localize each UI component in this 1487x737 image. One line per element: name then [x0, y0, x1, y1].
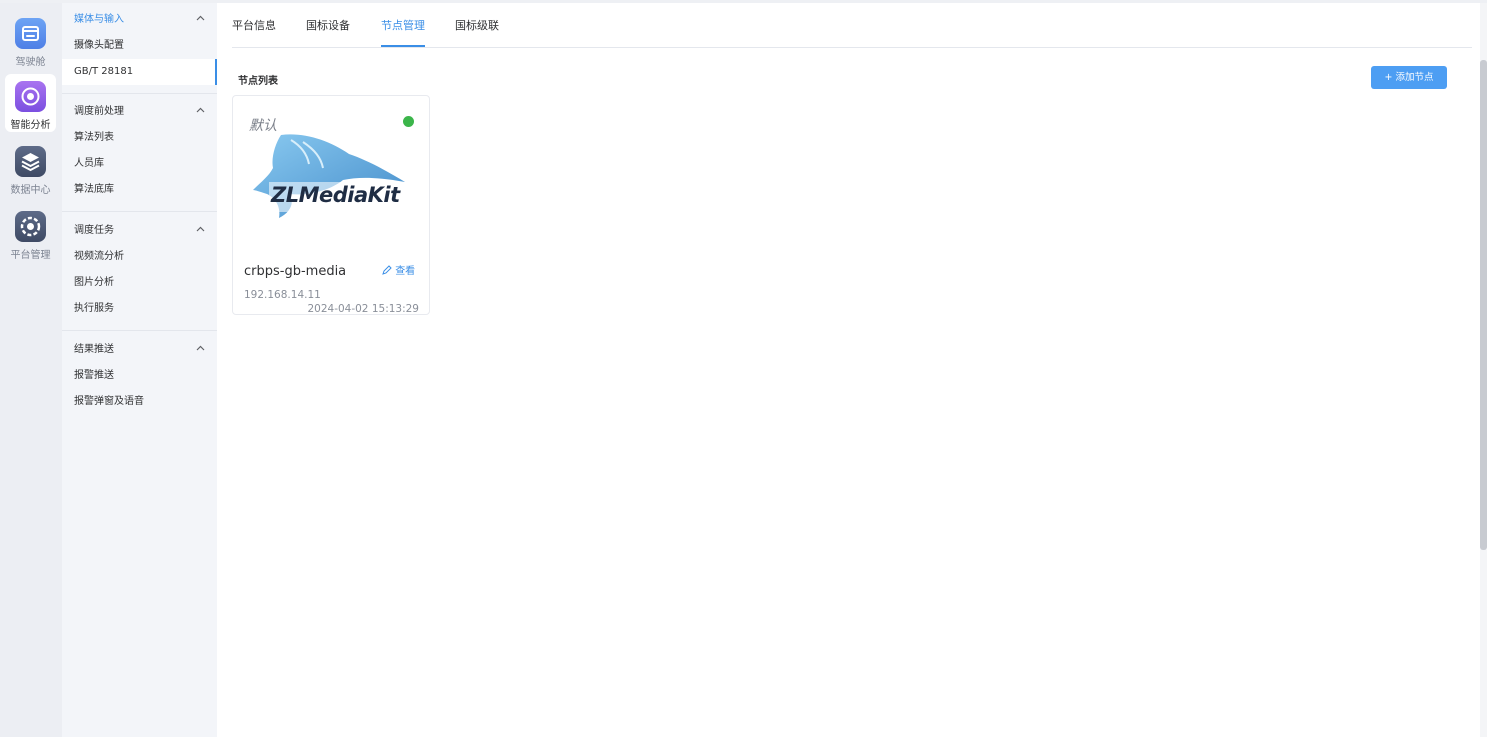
rail-label: 数据中心: [10, 185, 51, 196]
menu-group-header[interactable]: 结果推送: [62, 337, 217, 363]
rail-label: 平台管理: [10, 250, 51, 261]
rail-label: 驾驶舱: [15, 57, 46, 68]
tab-gb-cascade[interactable]: 国标级联: [455, 17, 499, 33]
cockpit-icon: [15, 18, 46, 49]
node-name: crbps-gb-media: [244, 264, 347, 279]
plus-icon: +: [1384, 72, 1393, 83]
menu-group-title: 调度任务: [74, 225, 114, 236]
menu-item-alarm-popup[interactable]: 报警弹窗及语音: [62, 389, 217, 415]
section-title: 节点列表: [238, 76, 278, 87]
rail-item-ai-analysis[interactable]: 智能分析: [5, 74, 56, 132]
menu-item-exec-service[interactable]: 执行服务: [62, 296, 217, 322]
chevron-up-icon: [196, 99, 205, 125]
add-node-label: 添加节点: [1395, 72, 1434, 83]
app-rail: 驾驶舱 智能分析 数据中心 平台管理: [0, 3, 62, 737]
menu-item-image-analysis[interactable]: 图片分析: [62, 270, 217, 296]
menu-divider: [62, 93, 217, 94]
add-node-button[interactable]: + 添加节点: [1371, 66, 1447, 89]
menu-item-person-db[interactable]: 人员库: [62, 151, 217, 177]
menu-group-title: 媒体与输入: [74, 14, 124, 25]
menu-divider: [62, 330, 217, 331]
platform-settings-icon: [15, 211, 46, 242]
main-content: 平台信息 国标设备 节点管理 国标级联 节点列表 + 添加节点 默认 ZLMed…: [217, 3, 1487, 737]
view-node-link[interactable]: 查看: [382, 262, 415, 277]
menu-group-header[interactable]: 媒体与输入: [62, 7, 217, 33]
menu-item-algorithm-list[interactable]: 算法列表: [62, 125, 217, 151]
node-timestamp: 2024-04-02 15:13:29: [307, 303, 419, 315]
node-ip: 192.168.14.11: [244, 289, 321, 301]
menu-item-camera-config[interactable]: 摄像头配置: [62, 33, 217, 59]
status-online-dot: [403, 116, 414, 127]
active-tab-indicator: [381, 45, 425, 47]
rail-item-platform[interactable]: 平台管理: [5, 204, 56, 262]
menu-group-header[interactable]: 调度任务: [62, 218, 217, 244]
chevron-up-icon: [196, 337, 205, 363]
zlmediakit-logo: ZLMediaKit: [251, 132, 413, 218]
menu-item-alarm-push[interactable]: 报警推送: [62, 363, 217, 389]
data-center-icon: [15, 146, 46, 177]
menu-group-title: 调度前处理: [74, 106, 124, 117]
tab-gb-devices[interactable]: 国标设备: [306, 17, 350, 33]
menu-group-preprocess: 调度前处理 算法列表 人员库 算法底库: [62, 99, 217, 203]
tab-platform-info[interactable]: 平台信息: [232, 17, 276, 33]
menu-item-gb28181[interactable]: GB/T 28181: [62, 59, 217, 85]
node-card[interactable]: 默认 ZLMediaKit crbps-gb-media 查看 192.168.…: [232, 95, 430, 315]
menu-item-algorithm-base[interactable]: 算法底库: [62, 177, 217, 203]
tab-node-management[interactable]: 节点管理: [381, 17, 425, 33]
menu-group-tasks: 调度任务 视频流分析 图片分析 执行服务: [62, 218, 217, 322]
menu-group-push: 结果推送 报警推送 报警弹窗及语音: [62, 337, 217, 415]
rail-item-cockpit[interactable]: 驾驶舱: [5, 11, 56, 69]
rail-label: 智能分析: [10, 120, 51, 131]
scrollbar-thumb[interactable]: [1480, 60, 1487, 550]
menu-item-video-analysis[interactable]: 视频流分析: [62, 244, 217, 270]
menu-group-media: 媒体与输入 摄像头配置 GB/T 28181: [62, 7, 217, 85]
chevron-up-icon: [196, 218, 205, 244]
menu-group-header[interactable]: 调度前处理: [62, 99, 217, 125]
menu-divider: [62, 211, 217, 212]
rail-item-data-center[interactable]: 数据中心: [5, 139, 56, 197]
chevron-up-icon: [196, 7, 205, 33]
edit-icon: [382, 265, 395, 277]
ai-analysis-icon: [15, 81, 46, 112]
view-label: 查看: [395, 266, 416, 277]
tab-bar: 平台信息 国标设备 节点管理 国标级联: [232, 3, 1472, 48]
side-menu: 媒体与输入 摄像头配置 GB/T 28181 调度前处理 算法列表 人员库 算法…: [62, 3, 217, 737]
logo-text: ZLMediaKit: [271, 183, 400, 207]
menu-group-title: 结果推送: [74, 344, 114, 355]
